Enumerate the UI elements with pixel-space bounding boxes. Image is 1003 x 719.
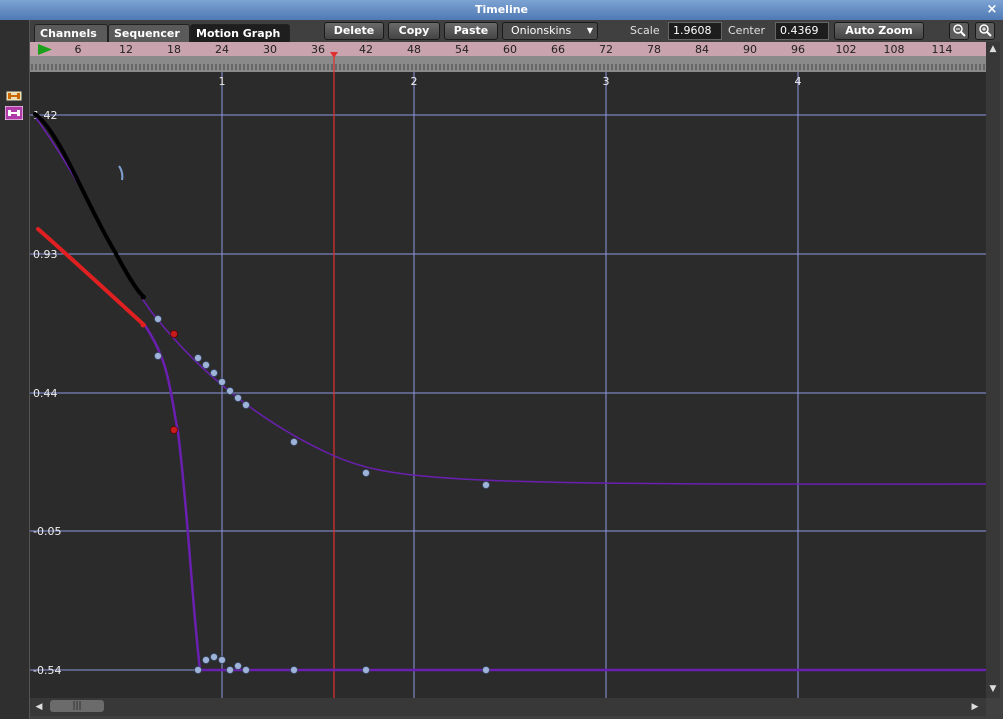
bone-selected-icon[interactable] — [5, 106, 23, 120]
scroll-left-icon[interactable]: ◀ — [32, 700, 46, 714]
frame-label: 24 — [215, 43, 229, 56]
frame-label: 18 — [167, 43, 181, 56]
key-point[interactable] — [194, 354, 202, 362]
zoom-out-icon[interactable] — [949, 22, 969, 40]
scale-label: Scale — [630, 24, 660, 37]
left-tool-strip — [0, 20, 30, 719]
horizontal-scroll-thumb[interactable]: ||| — [50, 700, 104, 712]
key-point[interactable] — [234, 394, 242, 402]
key-point[interactable] — [218, 656, 226, 664]
key-point[interactable] — [290, 666, 298, 674]
value-axis-label: 0.44 — [33, 387, 58, 400]
key-point[interactable] — [202, 656, 210, 664]
time-axis-label: 4 — [795, 75, 802, 88]
key-point[interactable] — [226, 666, 234, 674]
key-point[interactable] — [242, 666, 250, 674]
frame-label: 96 — [791, 43, 805, 56]
bone-icon[interactable] — [5, 90, 23, 102]
key-point[interactable] — [194, 666, 202, 674]
window-title: Timeline — [474, 3, 529, 16]
vertical-scrollbar[interactable]: ▲ ▼ — [986, 42, 1000, 698]
zoom-in-icon[interactable] — [975, 22, 995, 40]
key-point[interactable] — [210, 369, 218, 377]
key-point[interactable] — [482, 666, 490, 674]
frame-label: 42 — [359, 43, 373, 56]
frame-label: 60 — [503, 43, 517, 56]
key-point[interactable] — [234, 662, 242, 670]
scroll-down-icon[interactable]: ▼ — [986, 682, 1000, 696]
auto-zoom-button[interactable]: Auto Zoom — [834, 22, 924, 40]
tab-sequencer[interactable]: Sequencer — [108, 24, 190, 42]
key-point[interactable] — [242, 401, 250, 409]
paste-button[interactable]: Paste — [444, 22, 498, 40]
frame-label: 66 — [551, 43, 565, 56]
value-axis-label: -0.54 — [33, 664, 61, 677]
tab-motion-graph[interactable]: Motion Graph — [190, 24, 290, 42]
scale-field[interactable]: 1.9608 — [668, 22, 722, 40]
frame-label: 54 — [455, 43, 469, 56]
time-axis-label: 1 — [219, 75, 226, 88]
frame-label: 108 — [884, 43, 905, 56]
copy-button[interactable]: Copy — [388, 22, 440, 40]
value-axis-label: -0.05 — [33, 525, 61, 538]
frame-label: 48 — [407, 43, 421, 56]
key-point[interactable] — [226, 387, 234, 395]
graph-background — [30, 42, 986, 698]
key-point[interactable] — [482, 481, 490, 489]
key-point[interactable] — [362, 469, 370, 477]
key-point[interactable] — [218, 378, 226, 386]
chevron-down-icon: ▼ — [586, 26, 593, 35]
frame-label: 36 — [311, 43, 325, 56]
black-stroke-end-point[interactable] — [140, 294, 146, 300]
tangent-handle-point[interactable] — [170, 426, 178, 434]
red-stroke-end-point[interactable] — [140, 322, 146, 328]
key-point[interactable] — [202, 361, 210, 369]
key-point[interactable] — [290, 438, 298, 446]
frame-label: 72 — [599, 43, 613, 56]
frame-label: 30 — [263, 43, 277, 56]
frame-label: 114 — [932, 43, 953, 56]
tab-channels[interactable]: Channels — [34, 24, 108, 42]
onionskins-dropdown[interactable]: Onionskins ▼ — [502, 22, 598, 40]
key-point[interactable] — [154, 352, 162, 360]
frame-label: 78 — [647, 43, 661, 56]
close-icon[interactable]: × — [985, 0, 999, 20]
time-axis-label: 3 — [603, 75, 610, 88]
tangent-handle-point[interactable] — [170, 330, 178, 338]
motion-graph-canvas[interactable]: 6 12 18 24 30 36 42 48 54 60 66 72 78 84 90 96 102 108 114… — [30, 42, 986, 698]
frame-label: 84 — [695, 43, 709, 56]
center-field[interactable]: 0.4369 — [775, 22, 829, 40]
frame-label: 6 — [75, 43, 82, 56]
key-point[interactable] — [210, 653, 218, 661]
delete-button[interactable]: Delete — [324, 22, 384, 40]
key-point[interactable] — [362, 666, 370, 674]
frame-label: 12 — [119, 43, 133, 56]
toolbar: Channels Sequencer Motion Graph Delete C… — [30, 20, 1003, 42]
frame-label: 90 — [743, 43, 757, 56]
value-axis-label: 0.93 — [33, 248, 58, 261]
horizontal-scrollbar[interactable]: ◀ ||| ▶ — [30, 698, 986, 716]
timeline-window: Timeline × Channels Sequencer Motion Gra… — [0, 0, 1003, 719]
scroll-up-icon[interactable]: ▲ — [986, 42, 1000, 56]
onionskins-label: Onionskins — [511, 24, 572, 37]
time-axis-label: 2 — [411, 75, 418, 88]
center-label: Center — [728, 24, 766, 37]
scroll-right-icon[interactable]: ▶ — [968, 700, 982, 714]
key-point[interactable] — [154, 315, 162, 323]
frame-label: 102 — [836, 43, 857, 56]
title-bar: Timeline × — [0, 0, 1003, 20]
